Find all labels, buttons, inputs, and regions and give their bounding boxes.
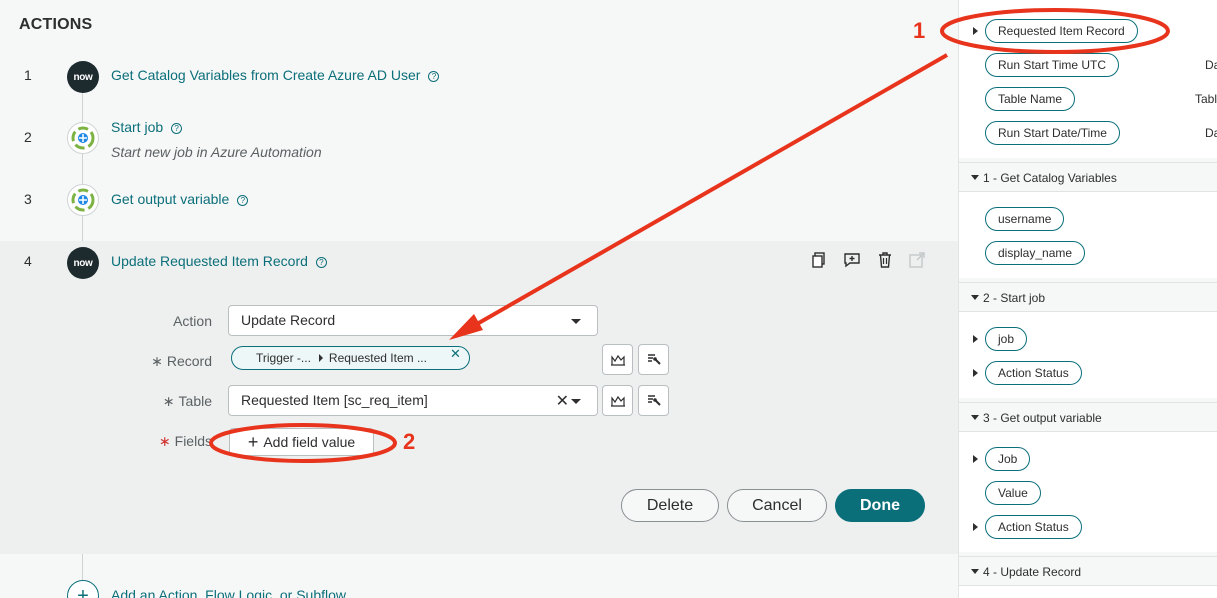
datapill[interactable]: display_name — [985, 241, 1086, 265]
datapill[interactable]: Run Start Time UTC — [985, 53, 1120, 77]
add-action-link[interactable]: Add an Action, Flow Logic, or Subflow — [111, 587, 346, 598]
datapill[interactable]: Value — [985, 481, 1041, 505]
step-title-link[interactable]: Get output variable? — [111, 191, 249, 207]
cancel-button[interactable]: Cancel — [727, 489, 827, 522]
section-header[interactable]: 4 - Update Record — [959, 556, 1217, 586]
servicenow-icon: now — [67, 61, 99, 93]
record-label: ∗ Record — [151, 353, 212, 369]
expand-icon[interactable] — [973, 455, 978, 463]
step-title-link[interactable]: Update Requested Item Record? — [111, 253, 327, 269]
table-select-value: Requested Item [sc_req_item] — [241, 392, 428, 408]
step-title-link[interactable]: Get Catalog Variables from Create Azure … — [111, 67, 440, 83]
step-number: 3 — [24, 191, 32, 207]
azure-automation-icon — [67, 122, 99, 154]
pill-type: Da — [1205, 126, 1217, 140]
servicenow-icon: now — [67, 247, 99, 279]
help-icon[interactable]: ? — [171, 122, 183, 134]
section-body — [959, 192, 1217, 278]
expand-icon[interactable] — [973, 523, 978, 531]
section-header[interactable]: 3 - Get output variable — [959, 402, 1217, 432]
script-toggle-button[interactable] — [602, 385, 633, 416]
step-title-text: Get Catalog Variables from Create Azure … — [111, 67, 421, 83]
expand-icon[interactable] — [973, 369, 978, 377]
datapill[interactable]: Table Name — [985, 87, 1076, 111]
datapill[interactable]: job — [985, 327, 1028, 351]
open-external-icon — [908, 251, 926, 269]
collapse-icon — [971, 569, 979, 574]
add-field-value-button[interactable]: + Add field value — [229, 428, 374, 456]
clear-icon[interactable]: ✕ — [556, 391, 569, 411]
datapill[interactable]: Action Status — [985, 515, 1082, 539]
expand-icon[interactable] — [973, 335, 978, 343]
step-title-text: Start job — [111, 119, 164, 135]
action-select[interactable]: Update Record — [228, 305, 598, 336]
help-icon[interactable]: ? — [237, 194, 249, 206]
step-title-link[interactable]: Start job? — [111, 119, 183, 135]
section-body — [959, 586, 1217, 598]
action-label: Action — [173, 313, 212, 329]
action-select-value: Update Record — [241, 312, 336, 328]
collapse-icon — [971, 415, 979, 420]
table-label: ∗ Table — [162, 393, 212, 409]
table-select[interactable]: Requested Item [sc_req_item] ✕ — [228, 385, 598, 416]
script-toggle-button[interactable] — [602, 344, 633, 375]
data-pill-picker-button[interactable] — [638, 385, 669, 416]
help-icon[interactable]: ? — [428, 70, 440, 82]
copy-icon[interactable] — [810, 251, 828, 269]
datapill[interactable]: username — [985, 207, 1065, 231]
expand-icon[interactable] — [973, 27, 978, 35]
section-header[interactable]: 2 - Start job — [959, 282, 1217, 312]
collapse-icon — [971, 295, 979, 300]
step-number: 1 — [24, 67, 32, 83]
add-action-icon[interactable]: + — [67, 580, 99, 598]
trash-icon[interactable] — [876, 251, 894, 269]
timeline-line — [82, 92, 83, 242]
annotation-label-2: 2 — [403, 429, 416, 454]
step-subtitle: Start new job in Azure Automation — [111, 144, 322, 160]
done-button[interactable]: Done — [835, 489, 925, 522]
step-number: 4 — [24, 253, 32, 269]
pill-type: Da — [1205, 58, 1217, 72]
pill-type: Tabl — [1195, 92, 1217, 106]
annotation-label-1: 1 — [913, 18, 926, 43]
step-number: 2 — [24, 129, 32, 145]
data-pills-panel: Requested Item Record Run Start Time UTC… — [958, 0, 1217, 598]
caret-right-icon — [318, 354, 323, 362]
delete-button[interactable]: Delete — [621, 489, 719, 522]
datapill[interactable]: Requested Item Record — [985, 19, 1138, 43]
add-comment-icon[interactable] — [843, 251, 861, 269]
step-title-text: Get output variable — [111, 191, 230, 207]
datapill[interactable]: Job — [985, 447, 1031, 471]
collapse-icon — [971, 175, 979, 180]
section-header[interactable]: 1 - Get Catalog Variables — [959, 162, 1217, 192]
record-datapill-field[interactable]: Trigger -... Requested Item ... ✕ — [228, 343, 598, 374]
datapill[interactable]: Action Status — [985, 361, 1082, 385]
remove-pill-icon[interactable]: ✕ — [450, 346, 461, 362]
step-title-text: Update Requested Item Record — [111, 253, 308, 269]
chevron-down-icon — [571, 399, 581, 404]
azure-automation-icon — [67, 184, 99, 216]
datapill[interactable]: Run Start Date/Time — [985, 121, 1120, 145]
data-pill-picker-button[interactable] — [638, 344, 669, 375]
help-icon[interactable]: ? — [315, 256, 327, 268]
record-datapill[interactable]: Trigger -... Requested Item ... — [231, 346, 470, 370]
plus-icon: + — [247, 432, 259, 452]
chevron-down-icon — [571, 319, 581, 324]
flow-designer-actions-panel: ACTIONS 1 now Get Catalog Variables from… — [0, 0, 958, 598]
actions-heading: ACTIONS — [19, 16, 93, 33]
fields-label: ∗ Fields — [158, 433, 212, 449]
section-body — [959, 312, 1217, 398]
